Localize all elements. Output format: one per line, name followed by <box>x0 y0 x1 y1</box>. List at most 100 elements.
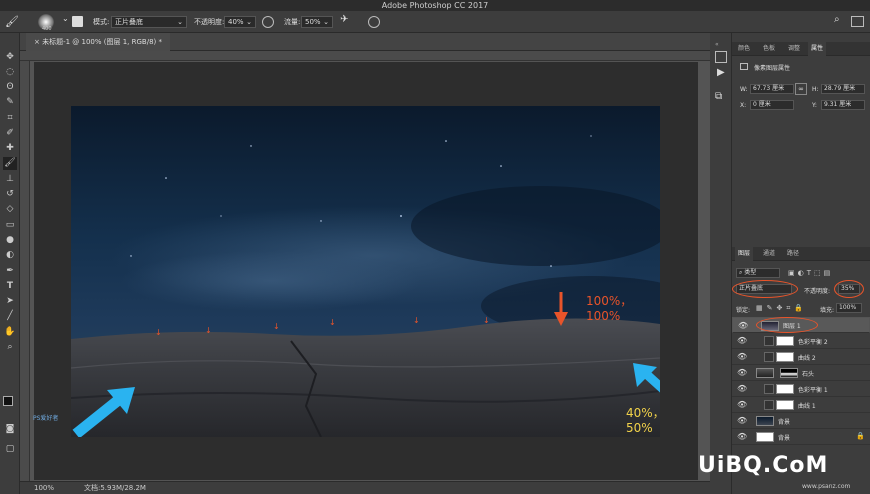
layers-tabs: 图层 通道 路径 <box>732 247 870 261</box>
workspace-icon[interactable] <box>851 16 864 27</box>
pressure-opacity-icon[interactable] <box>262 16 274 28</box>
tab-layers[interactable]: 图层 <box>735 247 754 261</box>
eye-icon[interactable]: 👁 <box>737 416 747 425</box>
link-icon[interactable]: ∞ <box>795 83 807 95</box>
history-brush-icon[interactable]: ↺ <box>3 188 17 201</box>
healing-icon[interactable]: ✚ <box>3 142 17 155</box>
lock-icons[interactable]: ▦✎✥⌗🔒 <box>756 304 807 313</box>
tab-channels[interactable]: 通道 <box>760 247 778 261</box>
move-icon[interactable]: ✥ <box>3 51 17 64</box>
blue-arrow-icon <box>633 363 660 393</box>
layer-name[interactable]: 背景 <box>778 417 790 426</box>
history-panel-icon[interactable] <box>715 51 727 63</box>
brush-panel-icon[interactable] <box>72 16 83 27</box>
layer-mask-thumbnail <box>780 368 798 378</box>
watermark-brand: UiBQ.CoM <box>698 453 829 478</box>
x-field[interactable]: 0 厘米 <box>750 100 794 110</box>
marquee-icon[interactable]: ◌ <box>3 66 17 79</box>
y-label: Y: <box>812 102 817 109</box>
document-tab[interactable]: × 未标题-1 @ 100% (图层 1, RGB/8) * <box>26 33 170 51</box>
large-arrow-down-icon <box>554 292 568 326</box>
eye-icon[interactable]: 👁 <box>737 368 747 377</box>
width-field[interactable]: 67.73 厘米 <box>750 84 794 94</box>
brush-icon[interactable]: 🖌 <box>3 157 17 170</box>
brush-tool-icon[interactable]: 🖌 <box>5 15 19 28</box>
foreground-color-swatch[interactable] <box>3 396 13 406</box>
filter-kind-value: 类型 <box>744 269 757 276</box>
layer-name[interactable]: 背景 <box>778 433 790 442</box>
arrow-down-icon: ↓ <box>413 316 420 325</box>
type-icon[interactable]: T <box>3 280 17 293</box>
layer-name[interactable]: 石头 <box>802 369 814 378</box>
zoom-level[interactable]: 100% <box>34 482 54 494</box>
blend-mode-highlight <box>732 280 798 298</box>
tab-properties[interactable]: 属性 <box>808 42 827 56</box>
layer-name[interactable]: 色彩平衡 1 <box>798 385 828 394</box>
layer-row[interactable]: 👁 色彩平衡 1 <box>732 381 870 397</box>
layer-row[interactable]: 👁 背景 🔒 <box>732 429 870 445</box>
eye-icon[interactable]: 👁 <box>737 352 747 361</box>
layer-row[interactable]: 👁 背景 <box>732 413 870 429</box>
airbrush-icon[interactable]: ✈ <box>340 14 348 25</box>
layer-name[interactable]: 色彩平衡 2 <box>798 337 828 346</box>
eye-icon[interactable]: 👁 <box>737 384 747 393</box>
status-bar: 100% 文档:5.93M/28.2M <box>20 481 710 494</box>
lock-label: 锁定: <box>736 307 751 314</box>
pixel-layer-icon <box>740 63 748 70</box>
eraser-icon[interactable]: ◇ <box>3 203 17 216</box>
layer-row[interactable]: 👁 色彩平衡 2 <box>732 333 870 349</box>
mode-select[interactable]: 正片叠底 ⌄ <box>111 16 187 28</box>
layer-filter-icons[interactable]: ▣◐T⬚▤ <box>788 269 833 277</box>
eye-icon[interactable]: 👁 <box>737 400 747 409</box>
close-icon[interactable]: × <box>34 38 42 46</box>
y-field[interactable]: 9.31 厘米 <box>821 100 865 110</box>
lock-icon: 🔒 <box>856 432 865 440</box>
quick-mask-icon[interactable]: ◙ <box>3 423 17 436</box>
doc-size[interactable]: 文档:5.93M/28.2M <box>84 482 146 494</box>
logo-text: PS爱好者 <box>33 415 59 422</box>
tab-paths[interactable]: 路径 <box>784 247 802 261</box>
zoom-icon[interactable]: ⌕ <box>3 341 17 354</box>
height-field[interactable]: 28.79 厘米 <box>821 84 865 94</box>
fill-field[interactable]: 100% <box>836 303 862 313</box>
search-icon[interactable]: ⌕ <box>834 14 840 25</box>
flow-value: 50% <box>305 18 321 26</box>
gradient-icon[interactable]: ▭ <box>3 219 17 232</box>
screen-mode-icon[interactable]: ▢ <box>3 443 17 456</box>
pen-icon[interactable]: ✒ <box>3 265 17 278</box>
annotation-bottom-label: 40%，50% <box>626 406 660 435</box>
actions-panel-icon[interactable]: ▶ <box>717 67 725 78</box>
eye-icon[interactable]: 👁 <box>737 432 747 441</box>
layer-name[interactable]: 曲线 1 <box>798 401 816 410</box>
eyedropper-icon[interactable]: ✐ <box>3 127 17 140</box>
path-select-icon[interactable]: ➤ <box>3 295 17 308</box>
flow-label: 流量: <box>284 18 301 26</box>
eye-icon[interactable]: 👁 <box>737 336 747 345</box>
collapse-icon[interactable]: « <box>715 41 719 48</box>
flow-input[interactable]: 50% ⌄ <box>301 16 333 28</box>
tab-adjustments[interactable]: 调整 <box>785 42 803 56</box>
chevron-down-icon[interactable]: ⌄ <box>62 14 69 23</box>
hand-icon[interactable]: ✋ <box>3 326 17 339</box>
properties-panel-icon[interactable]: ⧉ <box>715 91 722 102</box>
layer-row[interactable]: 👁 曲线 2 <box>732 349 870 365</box>
layer-thumbnail <box>756 368 774 378</box>
quick-select-icon[interactable]: ✎ <box>3 96 17 109</box>
eye-icon[interactable]: 👁 <box>738 321 748 331</box>
stamp-icon[interactable]: ⊥ <box>3 173 17 186</box>
layer-row[interactable]: 👁 曲线 1 <box>732 397 870 413</box>
tab-color[interactable]: 颜色 <box>735 42 753 56</box>
tab-swatches[interactable]: 色板 <box>760 42 778 56</box>
crop-icon[interactable]: ⌗ <box>3 112 17 125</box>
dodge-icon[interactable]: ◐ <box>3 249 17 262</box>
opacity-input[interactable]: 40% ⌄ <box>224 16 256 28</box>
layer-row[interactable]: 👁 石头 <box>732 365 870 381</box>
pressure-size-icon[interactable] <box>368 16 380 28</box>
blur-icon[interactable]: ● <box>3 234 17 247</box>
adjustment-icon <box>764 336 774 346</box>
lasso-icon[interactable]: ʘ <box>3 81 17 94</box>
shape-icon[interactable]: ╱ <box>3 310 17 323</box>
layer-filter-select[interactable]: ⌕ 类型 <box>736 268 780 278</box>
canvas-image[interactable]: ↓ ↓ ↓ ↓ ↓ ↓ 100%，100% 40%，50% <box>71 106 660 437</box>
layer-name[interactable]: 曲线 2 <box>798 353 816 362</box>
